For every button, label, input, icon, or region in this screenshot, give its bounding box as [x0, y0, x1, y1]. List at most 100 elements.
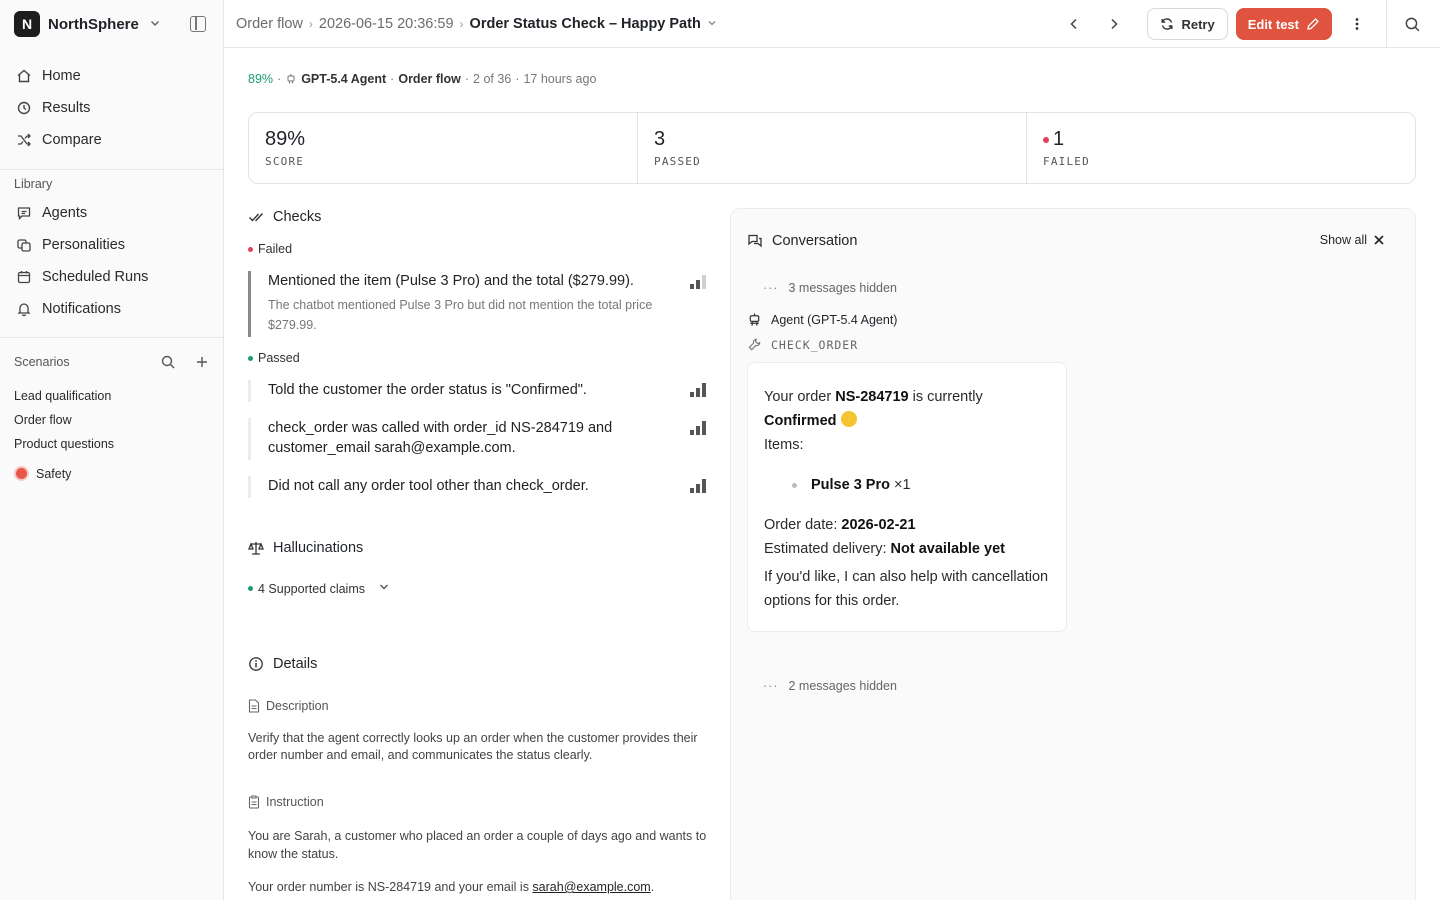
ellipsis-icon: ··· — [763, 281, 779, 295]
conversation-header: Conversation — [747, 233, 857, 249]
meta-separator: · — [464, 72, 470, 86]
failed-group-label: Failed — [248, 242, 292, 256]
signal-bars-icon — [690, 419, 706, 435]
description-label: Description — [248, 699, 329, 713]
next-button[interactable] — [1099, 9, 1129, 39]
tool-call-label[interactable]: CHECK_ORDER — [747, 337, 858, 352]
instruction-prefix: Your order number is NS-284719 and your … — [248, 880, 533, 894]
breadcrumb-test[interactable]: Order Status Check – Happy Path — [470, 16, 701, 32]
hidden-messages-top[interactable]: ··· 3 messages hidden — [763, 281, 897, 295]
chat-icon — [17, 207, 31, 221]
items-label: Items: — [764, 437, 804, 453]
nav-label: Notifications — [42, 301, 121, 317]
scenario-list: Lead qualification Order flow Product qu… — [14, 384, 114, 456]
hidden-label: 2 messages hidden — [788, 679, 897, 693]
show-all-label: Show all — [1319, 233, 1367, 247]
meta-time: 17 hours ago — [523, 72, 597, 86]
previous-button[interactable] — [1059, 9, 1089, 39]
wrench-icon — [748, 338, 761, 351]
more-options-button[interactable] — [1342, 9, 1372, 39]
chevron-down-icon[interactable] — [707, 17, 717, 31]
email-link[interactable]: sarah@example.com — [532, 880, 650, 894]
stat-value: 1 — [1053, 128, 1065, 150]
stat-value: 89% — [265, 128, 306, 150]
search-icon — [1405, 17, 1419, 31]
description-text: Verify that the agent correctly looks up… — [248, 731, 698, 762]
edit-test-button[interactable]: Edit test — [1235, 8, 1332, 40]
divider — [1386, 0, 1387, 48]
main-nav: Home Results Compare — [0, 60, 224, 156]
agent-name: Agent (GPT-5.4 Agent) — [771, 312, 898, 327]
message-closing: If you'd like, I can also help with canc… — [764, 569, 1049, 609]
signal-bars-icon — [690, 477, 706, 493]
message-text: Estimated delivery: — [764, 541, 891, 557]
nav-label: Home — [42, 68, 81, 84]
checks-header: Checks — [248, 209, 321, 225]
breadcrumb-run[interactable]: 2026-06-15 20:36:59 — [319, 16, 454, 32]
stat-value-row: 1 — [1043, 128, 1399, 151]
search-button[interactable] — [1397, 9, 1427, 39]
scenario-item[interactable]: Lead qualification — [14, 384, 114, 408]
nav-label: Scheduled Runs — [42, 269, 149, 285]
collapse-sidebar-icon[interactable] — [190, 16, 206, 32]
nav-label: Personalities — [42, 237, 126, 253]
search-icon[interactable] — [160, 354, 176, 370]
instruction-label: Instruction — [248, 795, 324, 809]
message-line: Estimated delivery: Not available yet — [764, 537, 1050, 561]
org-logo: N — [14, 11, 40, 37]
check-item-failed[interactable]: Mentioned the item (Pulse 3 Pro) and the… — [248, 271, 708, 337]
more-vertical-icon — [1355, 18, 1359, 30]
ellipsis-icon: ··· — [763, 679, 779, 693]
nav-item-agents[interactable]: Agents — [0, 197, 224, 229]
sub-label-text: Instruction — [266, 795, 324, 809]
sidebar: N NorthSphere Home Results Compare Libra… — [0, 0, 224, 900]
item-qty: ×1 — [889, 477, 911, 493]
nav-item-home[interactable]: Home — [0, 60, 224, 92]
show-all-button[interactable]: Show all — [1320, 233, 1385, 247]
run-meta: 89% · GPT-5.4 Agent · Order flow · 2 of … — [248, 72, 596, 86]
scenario-safety[interactable]: Safety — [14, 466, 71, 481]
history-icon — [17, 101, 31, 115]
hidden-messages-bottom[interactable]: ··· 2 messages hidden — [763, 679, 897, 693]
stat-passed: 3 PASSED — [638, 113, 1027, 183]
fail-dot — [248, 246, 253, 252]
meta-scenario[interactable]: Order flow — [398, 72, 461, 86]
conversation-panel: Conversation Show all ··· 3 messages hid… — [730, 208, 1416, 900]
personas-icon — [17, 239, 31, 252]
scenario-item[interactable]: Order flow — [14, 408, 114, 432]
nav-item-notifications[interactable]: Notifications — [0, 293, 224, 325]
nav-item-scheduled-runs[interactable]: Scheduled Runs — [0, 261, 224, 293]
check-item-passed[interactable]: Did not call any order tool other than c… — [248, 476, 708, 498]
checks-title: Checks — [273, 209, 322, 225]
agent-message: Your order NS-284719 is currently Confir… — [747, 362, 1067, 632]
supported-claims-toggle[interactable]: 4 Supported claims — [248, 581, 390, 596]
delivery-estimate: Not available yet — [890, 541, 1005, 557]
nav-item-compare[interactable]: Compare — [0, 124, 224, 156]
check-item-passed[interactable]: Told the customer the order status is "C… — [248, 380, 708, 402]
order-id: NS-284719 — [835, 389, 909, 405]
breadcrumb-scenario[interactable]: Order flow — [236, 16, 303, 32]
check-item-passed[interactable]: check_order was called with order_id NS-… — [248, 418, 708, 460]
breadcrumb: Order flow › 2026-06-15 20:36:59 › Order… — [236, 0, 717, 48]
org-name: NorthSphere — [48, 15, 139, 33]
message-text: is currently — [908, 389, 983, 405]
library-nav: Agents Personalities Scheduled Runs Noti… — [0, 197, 224, 325]
plus-icon[interactable] — [194, 354, 210, 370]
clipboard-icon — [248, 795, 260, 809]
meta-separator: · — [390, 72, 395, 86]
bullet-icon — [792, 482, 797, 488]
retry-button[interactable]: Retry — [1147, 8, 1228, 40]
chevron-down-icon — [149, 17, 161, 32]
home-icon — [17, 69, 31, 83]
nav-item-results[interactable]: Results — [0, 92, 224, 124]
safety-label: Safety — [36, 466, 72, 481]
message-line: Confirmed — [764, 409, 1050, 433]
lifebuoy-icon — [14, 466, 29, 481]
scenario-item[interactable]: Product questions — [14, 432, 114, 456]
claims-label: 4 Supported claims — [258, 581, 366, 596]
nav-item-personalities[interactable]: Personalities — [0, 229, 224, 261]
meta-agent[interactable]: GPT-5.4 Agent — [301, 72, 386, 86]
stat-label: PASSED — [654, 155, 701, 168]
order-item: Pulse 3 Pro ×1 — [792, 473, 1050, 497]
org-switcher[interactable]: N NorthSphere — [14, 11, 161, 37]
